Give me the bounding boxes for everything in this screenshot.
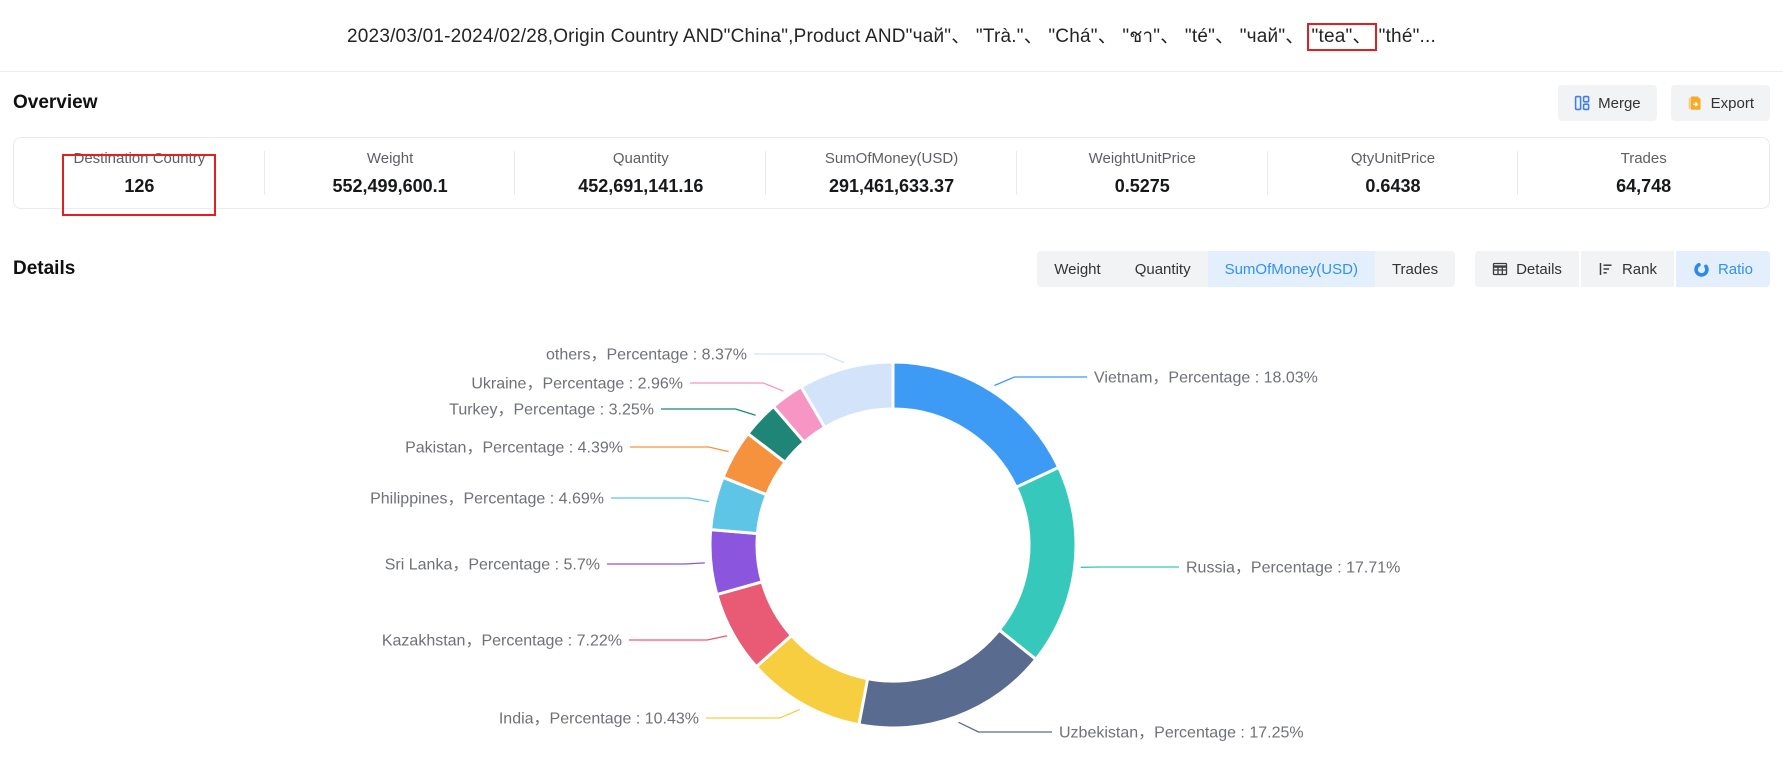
stat-destination-country: Destination Country 126 (14, 150, 265, 197)
pie-label-kazakhstan: Kazakhstan，Percentage : 7.22% (382, 633, 622, 650)
label-line-sri-lanka (607, 563, 705, 564)
label-line-vietnam (994, 377, 1087, 386)
pie-slice-russia[interactable] (999, 467, 1076, 659)
table-icon (1492, 261, 1508, 277)
pie-slice-uzbekistan[interactable] (859, 630, 1036, 728)
stat-weight-unit-price: WeightUnitPrice 0.5275 (1017, 150, 1268, 197)
pie-label-russia: Russia，Percentage : 17.71% (1186, 560, 1400, 577)
details-heading: Details (13, 258, 75, 280)
pie-slice-sri-lanka[interactable] (710, 530, 762, 595)
pie-slice-vietnam[interactable] (893, 362, 1059, 487)
stat-trades: Trades 64,748 (1518, 150, 1769, 197)
annotation-box-tea: "tea"、 (1307, 23, 1377, 51)
query-title-suffix: "thé"... (1379, 26, 1436, 47)
stat-sum-of-money: SumOfMoney(USD) 291,461,633.37 (766, 150, 1017, 197)
label-line-kazakhstan (629, 636, 727, 640)
label-line-india (706, 709, 800, 718)
label-line-others (754, 354, 844, 362)
merge-button[interactable]: Merge (1558, 85, 1657, 121)
overview-heading: Overview (13, 92, 98, 114)
merge-icon (1574, 95, 1590, 111)
pie-label-others: others，Percentage : 8.37% (546, 347, 747, 364)
ratio-donut-chart: Vietnam，Percentage : 18.03% Russia，Percen… (0, 282, 1783, 752)
pie-label-sri-lanka: Sri Lanka，Percentage : 5.7% (385, 557, 600, 574)
pie-label-uzbekistan: Uzbekistan，Percentage : 17.25% (1059, 725, 1304, 742)
label-line-ukraine (690, 383, 783, 391)
rank-icon (1598, 261, 1614, 277)
query-title: 2023/03/01-2024/02/28,Origin Country AND… (0, 0, 1783, 51)
pie-label-turkey: Turkey，Percentage : 3.25% (449, 402, 654, 419)
export-button-label: Export (1711, 95, 1754, 112)
stat-weight: Weight 552,499,600.1 (265, 150, 516, 197)
ratio-chart-area: Vietnam，Percentage : 18.03% Russia，Percen… (0, 282, 1783, 752)
export-button[interactable]: Export (1671, 85, 1770, 121)
pie-label-ukraine: Ukraine，Percentage : 2.96% (471, 376, 683, 393)
donut-chart-icon (1693, 261, 1710, 278)
pie-label-india: India，Percentage : 10.43% (499, 711, 699, 728)
stat-qty-unit-price: QtyUnitPrice 0.6438 (1268, 150, 1519, 197)
stat-quantity: Quantity 452,691,141.16 (515, 150, 766, 197)
pie-label-vietnam: Vietnam，Percentage : 18.03% (1094, 370, 1318, 387)
label-line-pakistan (630, 447, 729, 452)
pie-label-pakistan: Pakistan，Percentage : 4.39% (405, 440, 623, 457)
header-divider (0, 71, 1783, 72)
label-line-philippines (611, 498, 709, 502)
label-line-turkey (661, 409, 756, 415)
label-line-uzbekistan (959, 722, 1052, 732)
pie-label-philippines: Philippines，Percentage : 4.69% (370, 491, 604, 508)
export-icon (1687, 95, 1703, 111)
merge-button-label: Merge (1598, 95, 1641, 112)
overview-stats-card: Destination Country 126 Weight 552,499,6… (13, 137, 1770, 209)
query-title-prefix: 2023/03/01-2024/02/28,Origin Country AND… (347, 26, 1305, 47)
